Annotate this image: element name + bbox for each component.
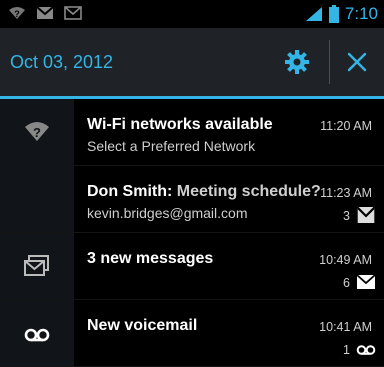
close-icon bbox=[347, 52, 367, 72]
email-subject: Meeting schedule? bbox=[172, 183, 321, 200]
notification-messages[interactable]: 3 new messages 10:49 AM 6 bbox=[0, 233, 384, 300]
shade-header: Oct 03, 2012 bbox=[0, 28, 384, 96]
notification-title: New voicemail bbox=[87, 317, 198, 334]
battery-icon bbox=[328, 5, 339, 23]
svg-text:?: ? bbox=[33, 125, 41, 140]
mail-icon bbox=[356, 274, 376, 289]
gear-icon bbox=[285, 50, 309, 74]
notification-count: 6 bbox=[343, 276, 350, 290]
notification-icon-column: ? bbox=[0, 99, 74, 165]
notification-gmail[interactable]: Don Smith: Meeting schedule? kevin.bridg… bbox=[0, 166, 384, 233]
gmail-icon bbox=[356, 206, 376, 223]
voicemail-icon bbox=[356, 345, 376, 355]
gmail-icon bbox=[36, 6, 54, 19]
close-button[interactable] bbox=[343, 48, 371, 76]
sender-name: Don Smith: bbox=[87, 183, 173, 200]
status-bar: ? 7:10 bbox=[0, 0, 384, 28]
notification-title: Wi-Fi networks available bbox=[87, 116, 273, 133]
mail-stack-icon bbox=[24, 255, 49, 276]
notification-icon-column bbox=[0, 233, 74, 299]
mail-icon bbox=[64, 6, 82, 20]
voicemail-icon bbox=[24, 328, 50, 342]
notification-icon-column bbox=[0, 166, 74, 232]
notification-time: 11:20 AM bbox=[320, 119, 372, 133]
notification-time: 11:23 AM bbox=[320, 186, 372, 200]
notification-subtitle: Select a Preferred Network bbox=[87, 138, 256, 154]
svg-text:?: ? bbox=[14, 9, 20, 19]
notification-icon-column bbox=[0, 300, 74, 366]
notification-subtitle: kevin.bridges@gmail.com bbox=[87, 205, 248, 221]
notification-title: Don Smith: Meeting schedule? bbox=[87, 183, 321, 201]
notification-count: 3 bbox=[343, 209, 350, 223]
wifi-question-icon: ? bbox=[9, 7, 25, 19]
status-time: 7:10 bbox=[344, 4, 378, 23]
status-notification-icons: ? bbox=[8, 6, 82, 20]
notification-count: 1 bbox=[343, 343, 350, 357]
header-divider bbox=[329, 40, 330, 84]
notification-voicemail[interactable]: New voicemail 10:41 AM 1 bbox=[0, 300, 384, 367]
notification-time: 10:49 AM bbox=[319, 253, 372, 267]
date-label: Oct 03, 2012 bbox=[10, 52, 114, 72]
notification-wifi[interactable]: ? Wi-Fi networks available Select a Pref… bbox=[0, 99, 384, 166]
notification-title: 3 new messages bbox=[87, 250, 214, 267]
status-system-icons: 7:10 bbox=[305, 4, 378, 24]
settings-button[interactable] bbox=[284, 49, 310, 75]
wifi-question-icon: ? bbox=[25, 122, 49, 141]
notification-time: 10:41 AM bbox=[319, 320, 372, 334]
notification-list: ? Wi-Fi networks available Select a Pref… bbox=[0, 99, 384, 367]
signal-icon bbox=[305, 7, 322, 21]
